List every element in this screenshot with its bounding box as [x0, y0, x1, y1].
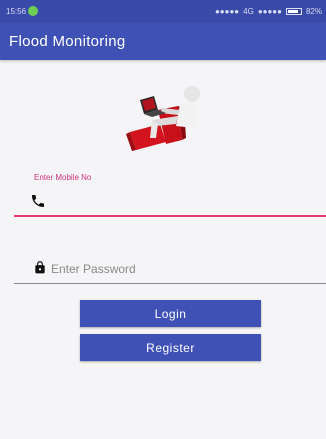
register-button[interactable]: Register [80, 334, 261, 361]
mobile-label: Enter Mobile No [34, 173, 92, 182]
lock-icon [35, 261, 45, 274]
status-time: 15:56 [6, 7, 27, 16]
login-button[interactable]: Login [80, 300, 261, 327]
status-bar: 15:56 ●●●●● 4G ●●●●● 82% [0, 0, 326, 22]
battery-icon [285, 8, 302, 15]
mobile-input-underline [14, 215, 326, 217]
app-bar: Flood Monitoring [0, 22, 326, 60]
battery-percent: 82% [305, 7, 322, 16]
password-input[interactable] [51, 259, 311, 279]
signal-icon: ●●●●● [214, 7, 240, 16]
phone-icon [32, 195, 44, 207]
status-indicators: ●●●●● 4G ●●●●● 82% [215, 7, 322, 16]
notification-icon [28, 6, 38, 16]
network-type: 4G [243, 7, 254, 16]
person-at-laptop-illustration [126, 86, 200, 151]
signal-icon-2: ●●●●● [257, 7, 282, 16]
mobile-input[interactable] [54, 190, 314, 212]
password-input-underline [14, 283, 326, 284]
app-title: Flood Monitoring [9, 33, 126, 50]
